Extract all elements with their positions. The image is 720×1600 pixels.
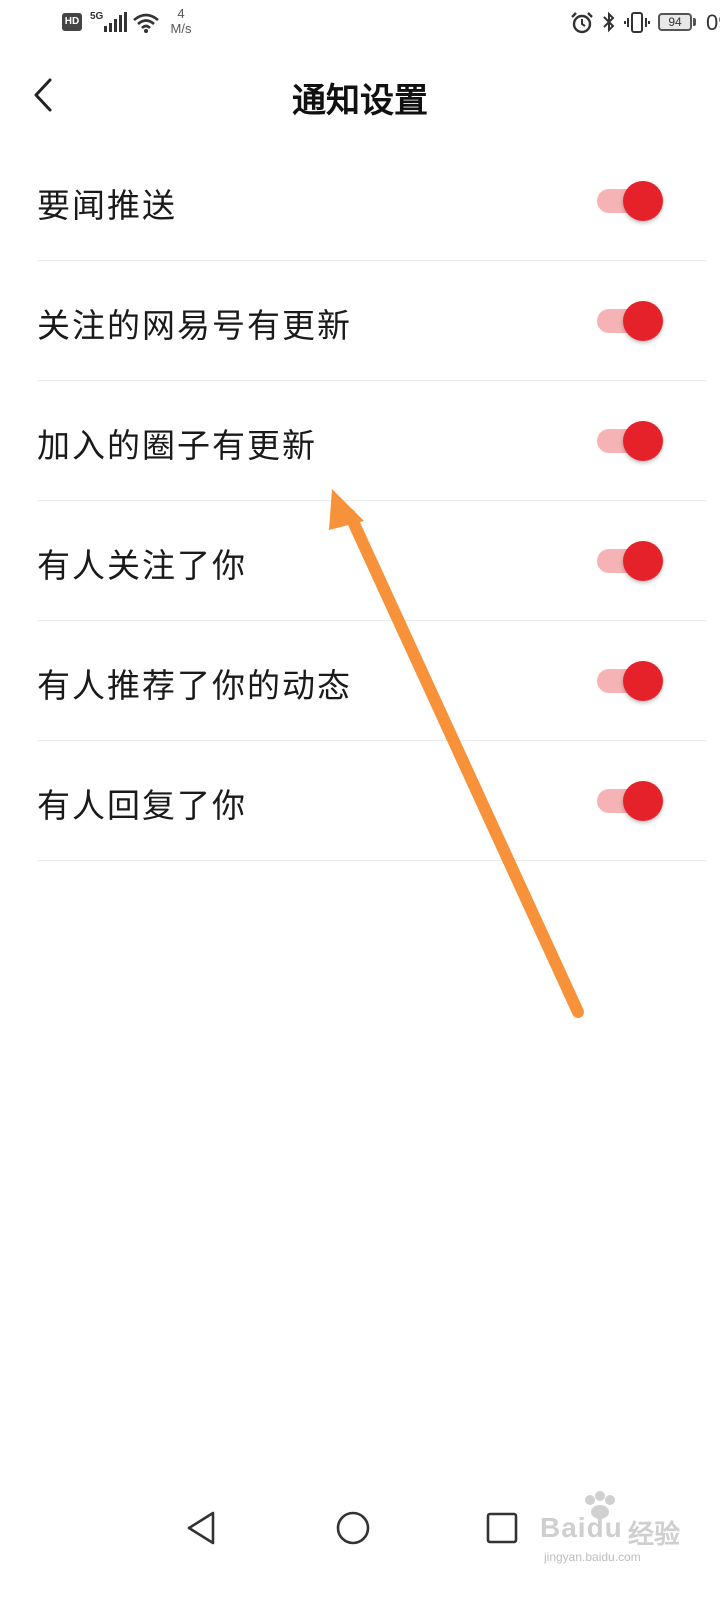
toggle-knob	[623, 301, 663, 341]
setting-label: 有人关注了你	[37, 546, 247, 585]
status-bar: HD 5G 4 M/s 94 0	[0, 0, 720, 50]
setting-label: 有人推荐了你的动态	[37, 666, 352, 705]
toggle-knob	[623, 541, 663, 581]
alarm-icon	[571, 12, 593, 34]
wifi-icon	[133, 13, 159, 33]
nav-recent-icon[interactable]	[484, 1510, 520, 1546]
setting-label: 有人回复了你	[37, 786, 247, 825]
network-speed: 4 M/s	[166, 6, 196, 36]
setting-row-reply-received: 有人回复了你	[37, 741, 707, 861]
network-speed-value: 4	[177, 6, 185, 21]
watermark-url: jingyan.baidu.com	[544, 1550, 641, 1564]
setting-label: 加入的圈子有更新	[37, 426, 317, 465]
signal-icon	[104, 12, 127, 32]
setting-label: 要闻推送	[37, 186, 177, 225]
baidu-watermark: Baidu 经验 jingyan.baidu.com	[540, 1490, 700, 1580]
status-bar-right: 94 09:24	[420, 10, 720, 40]
watermark-brand-cn: 经验	[628, 1520, 681, 1550]
status-clock: 09:24	[706, 10, 720, 35]
setting-label: 关注的网易号有更新	[37, 306, 352, 345]
setting-row-post-recommended: 有人推荐了你的动态	[37, 621, 707, 741]
nav-back-icon[interactable]	[183, 1508, 223, 1548]
battery-nub	[693, 18, 696, 26]
vibrate-icon	[624, 12, 650, 33]
network-speed-unit: M/s	[170, 21, 192, 36]
setting-row-followed-account-update: 关注的网易号有更新	[37, 261, 707, 381]
bluetooth-icon	[603, 11, 615, 33]
toggle-knob	[623, 421, 663, 461]
joined-circle-update-toggle[interactable]	[597, 421, 665, 461]
followed-account-update-toggle[interactable]	[597, 301, 665, 341]
headline-push-toggle[interactable]	[597, 181, 665, 221]
setting-row-new-follower: 有人关注了你	[37, 501, 707, 621]
notification-settings-list: 要闻推送 关注的网易号有更新 加入的圈子有更新 有人关注了你 有人推荐了你的动态…	[37, 141, 707, 861]
setting-row-headline-push: 要闻推送	[37, 141, 707, 261]
hd-badge: HD	[62, 13, 82, 31]
screen: HD 5G 4 M/s 94 0 通知设置 要闻推送 关注的网易号有更新 加入的…	[0, 0, 720, 1600]
page-title: 通知设置	[292, 81, 428, 121]
nav-home-icon[interactable]	[333, 1508, 373, 1548]
new-follower-toggle[interactable]	[597, 541, 665, 581]
watermark-brand: Baidu	[540, 1512, 623, 1543]
reply-received-toggle[interactable]	[597, 781, 665, 821]
post-recommended-toggle[interactable]	[597, 661, 665, 701]
battery-icon: 94	[658, 13, 692, 31]
toggle-knob	[623, 661, 663, 701]
header: 通知设置	[0, 55, 720, 135]
setting-row-joined-circle-update: 加入的圈子有更新	[37, 381, 707, 501]
toggle-knob	[623, 781, 663, 821]
toggle-knob	[623, 181, 663, 221]
